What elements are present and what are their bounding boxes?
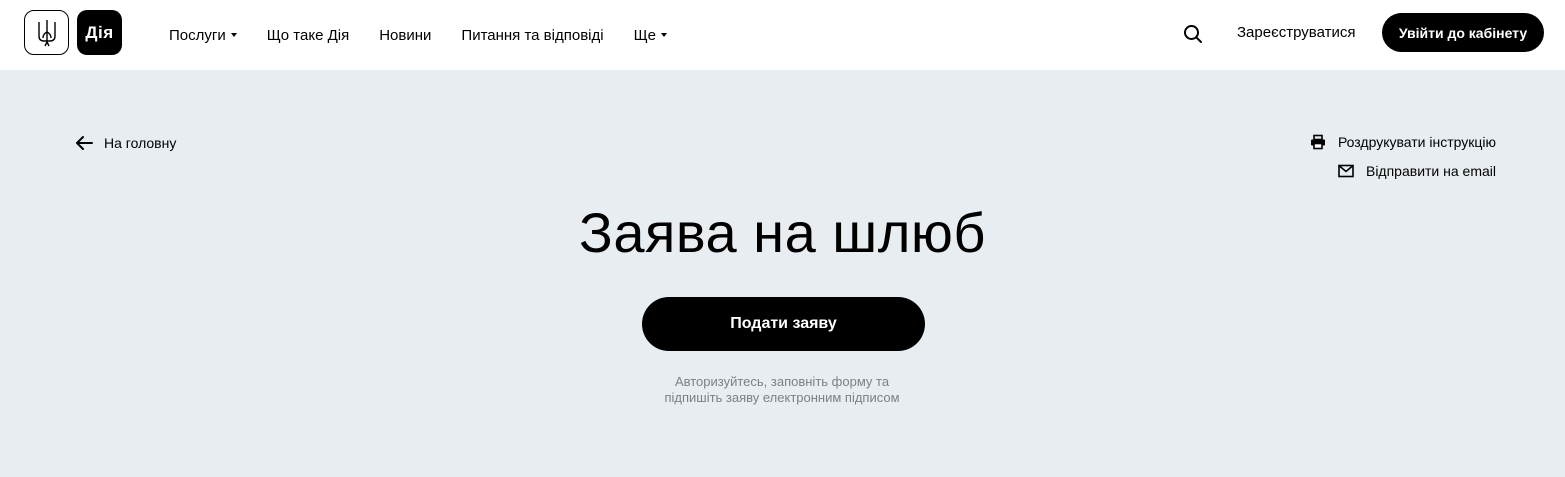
arrow-left-icon — [76, 136, 93, 150]
mail-icon — [1338, 164, 1354, 178]
submit-button-label: Подати заяву — [730, 315, 837, 332]
trident-icon — [37, 19, 56, 46]
nav-item-faq[interactable]: Питання та відповіді — [461, 27, 603, 44]
chevron-down-icon — [661, 33, 667, 37]
nav-item-label: Питання та відповіді — [461, 26, 604, 44]
nav-item-about[interactable]: Що таке Дія — [267, 27, 349, 44]
register-link[interactable]: Зареєструватися — [1237, 24, 1355, 41]
main-nav: Послуги Що таке Дія Новини Питання та ві… — [169, 0, 697, 70]
nav-item-services[interactable]: Послуги — [169, 27, 237, 44]
search-icon — [1184, 25, 1202, 43]
nav-item-label: Послуги — [169, 26, 226, 44]
page-title: Заява на шлюб — [579, 201, 986, 264]
hint-line: Авторизуйтесь, заповніть форму та — [674, 374, 890, 389]
diia-logo-text: Дія — [85, 22, 114, 42]
nav-item-label: Що таке Дія — [266, 26, 350, 44]
nav-item-label: Новини — [379, 26, 432, 44]
print-instruction-label: Роздрукувати інструкцію — [1337, 134, 1496, 150]
send-email-link[interactable]: Відправити на email — [1338, 163, 1496, 179]
chevron-down-icon — [230, 33, 237, 37]
send-email-label: Відправити на email — [1365, 163, 1496, 179]
login-button-label: Увійти до кабінету — [1398, 24, 1528, 41]
diia-logo[interactable]: Дія — [77, 10, 122, 55]
printer-icon — [1310, 134, 1325, 150]
login-button[interactable]: Увійти до кабінету — [1382, 13, 1544, 52]
back-to-home-link[interactable]: На головну — [75, 135, 176, 151]
nav-item-label: Ще — [633, 26, 656, 44]
hint-line: підпишіть заяву електронним підписом — [664, 390, 900, 405]
nav-item-news[interactable]: Новини — [379, 27, 431, 44]
search-button[interactable] — [1181, 22, 1205, 46]
nav-item-more[interactable]: Ще — [634, 27, 667, 44]
submit-application-button[interactable]: Подати заяву — [642, 297, 925, 351]
coat-of-arms-logo[interactable] — [24, 10, 69, 55]
submit-hint: Авторизуйтесь, заповніть форму та підпиш… — [582, 374, 982, 406]
back-link-label: На головну — [104, 135, 177, 151]
print-instruction-link[interactable]: Роздрукувати інструкцію — [1310, 134, 1496, 150]
site-header: Дія Послуги Що таке Дія Новини Питання т… — [0, 0, 1565, 70]
